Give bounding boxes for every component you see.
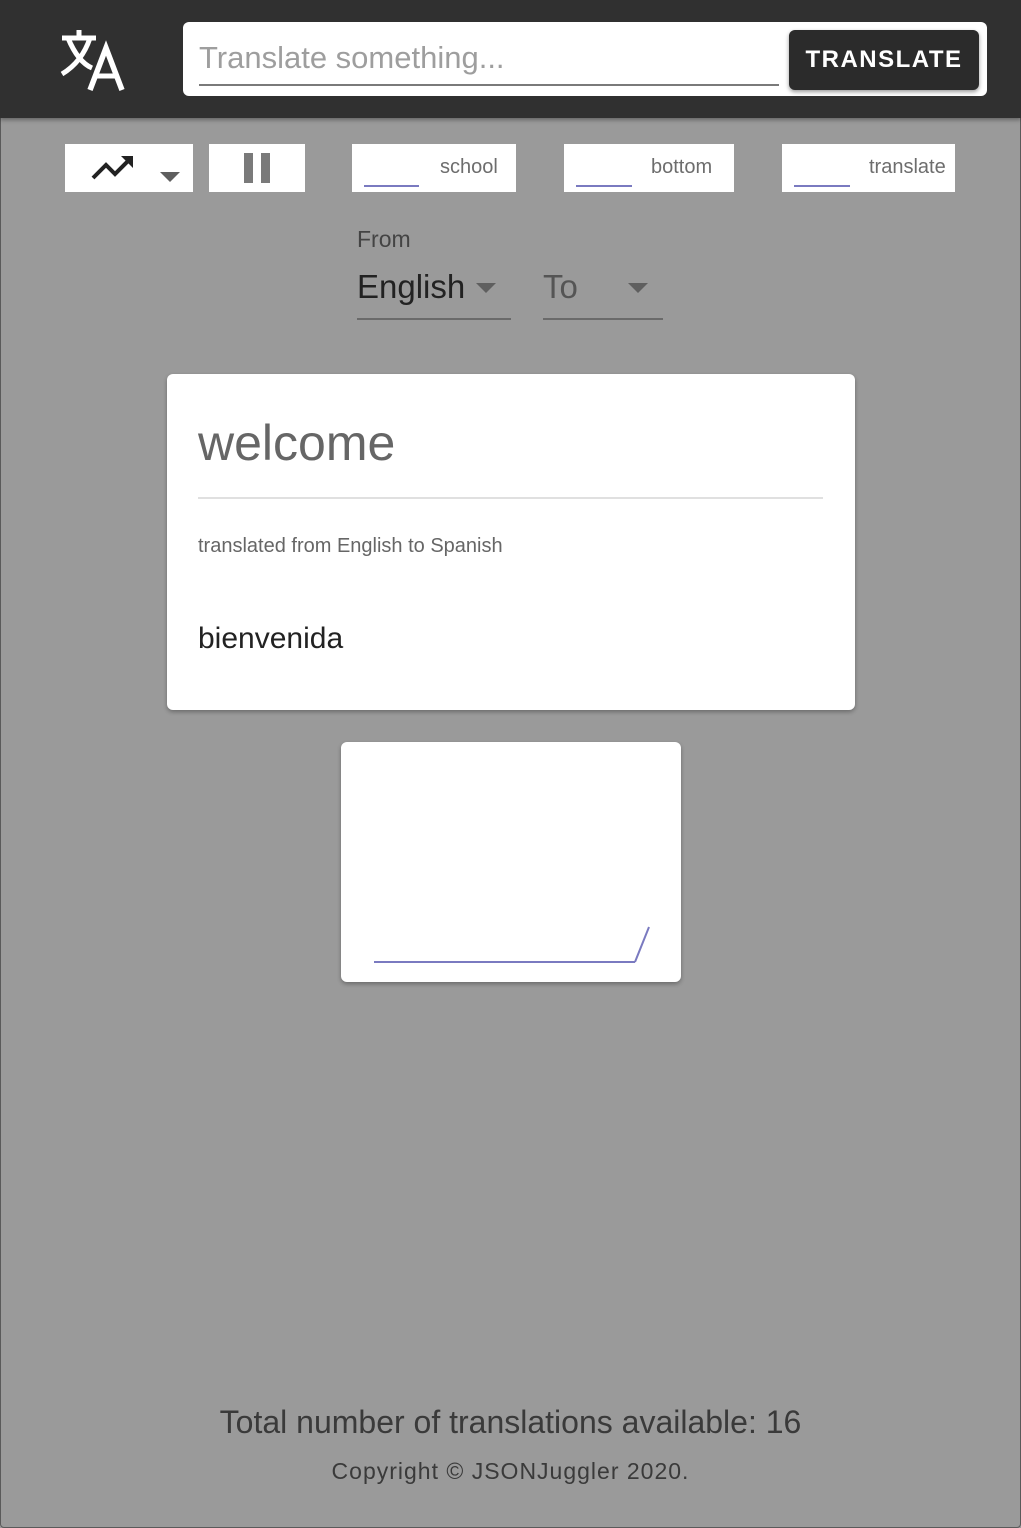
- trending-up-icon: [91, 156, 133, 180]
- translate-button[interactable]: TRANSLATE: [789, 30, 979, 90]
- from-label: From: [357, 226, 411, 252]
- source-word: welcome: [198, 415, 396, 471]
- textarea-card: [341, 742, 681, 982]
- field-label: bottom: [651, 156, 713, 178]
- to-language-select[interactable]: To: [543, 260, 663, 320]
- field-underline: [364, 185, 419, 187]
- pause-icon: [244, 153, 270, 183]
- field-underline: [794, 185, 850, 187]
- total-translations: Total number of translations available: …: [219, 1404, 802, 1440]
- to-language-placeholder: To: [543, 268, 578, 305]
- translation-meta: translated from English to Spanish: [198, 535, 503, 557]
- app-header: TRANSLATE: [0, 0, 1021, 118]
- translation-card: welcome translated from English to Spani…: [167, 374, 855, 710]
- pause-button[interactable]: [209, 144, 305, 192]
- chevron-down-icon: [476, 283, 496, 293]
- chevron-down-icon: [160, 172, 180, 182]
- field-label: translate: [869, 156, 946, 178]
- search-input[interactable]: [199, 32, 779, 86]
- field-underline: [576, 185, 632, 187]
- from-language-select[interactable]: English: [357, 260, 511, 320]
- search-bar: TRANSLATE: [183, 22, 987, 96]
- translated-word: bienvenida: [198, 622, 344, 655]
- field-bottom[interactable]: bottom: [564, 144, 734, 192]
- chevron-down-icon: [628, 283, 648, 293]
- field-school[interactable]: school: [352, 144, 516, 192]
- divider: [198, 497, 823, 499]
- from-language-value: English: [357, 268, 466, 305]
- text-input-area[interactable]: [373, 924, 651, 964]
- copyright: Copyright © JSONJuggler 2020.: [331, 1458, 690, 1484]
- translate-icon[interactable]: [58, 28, 126, 92]
- trend-select[interactable]: [65, 144, 193, 192]
- field-translate[interactable]: translate: [782, 144, 955, 192]
- field-label: school: [440, 156, 498, 178]
